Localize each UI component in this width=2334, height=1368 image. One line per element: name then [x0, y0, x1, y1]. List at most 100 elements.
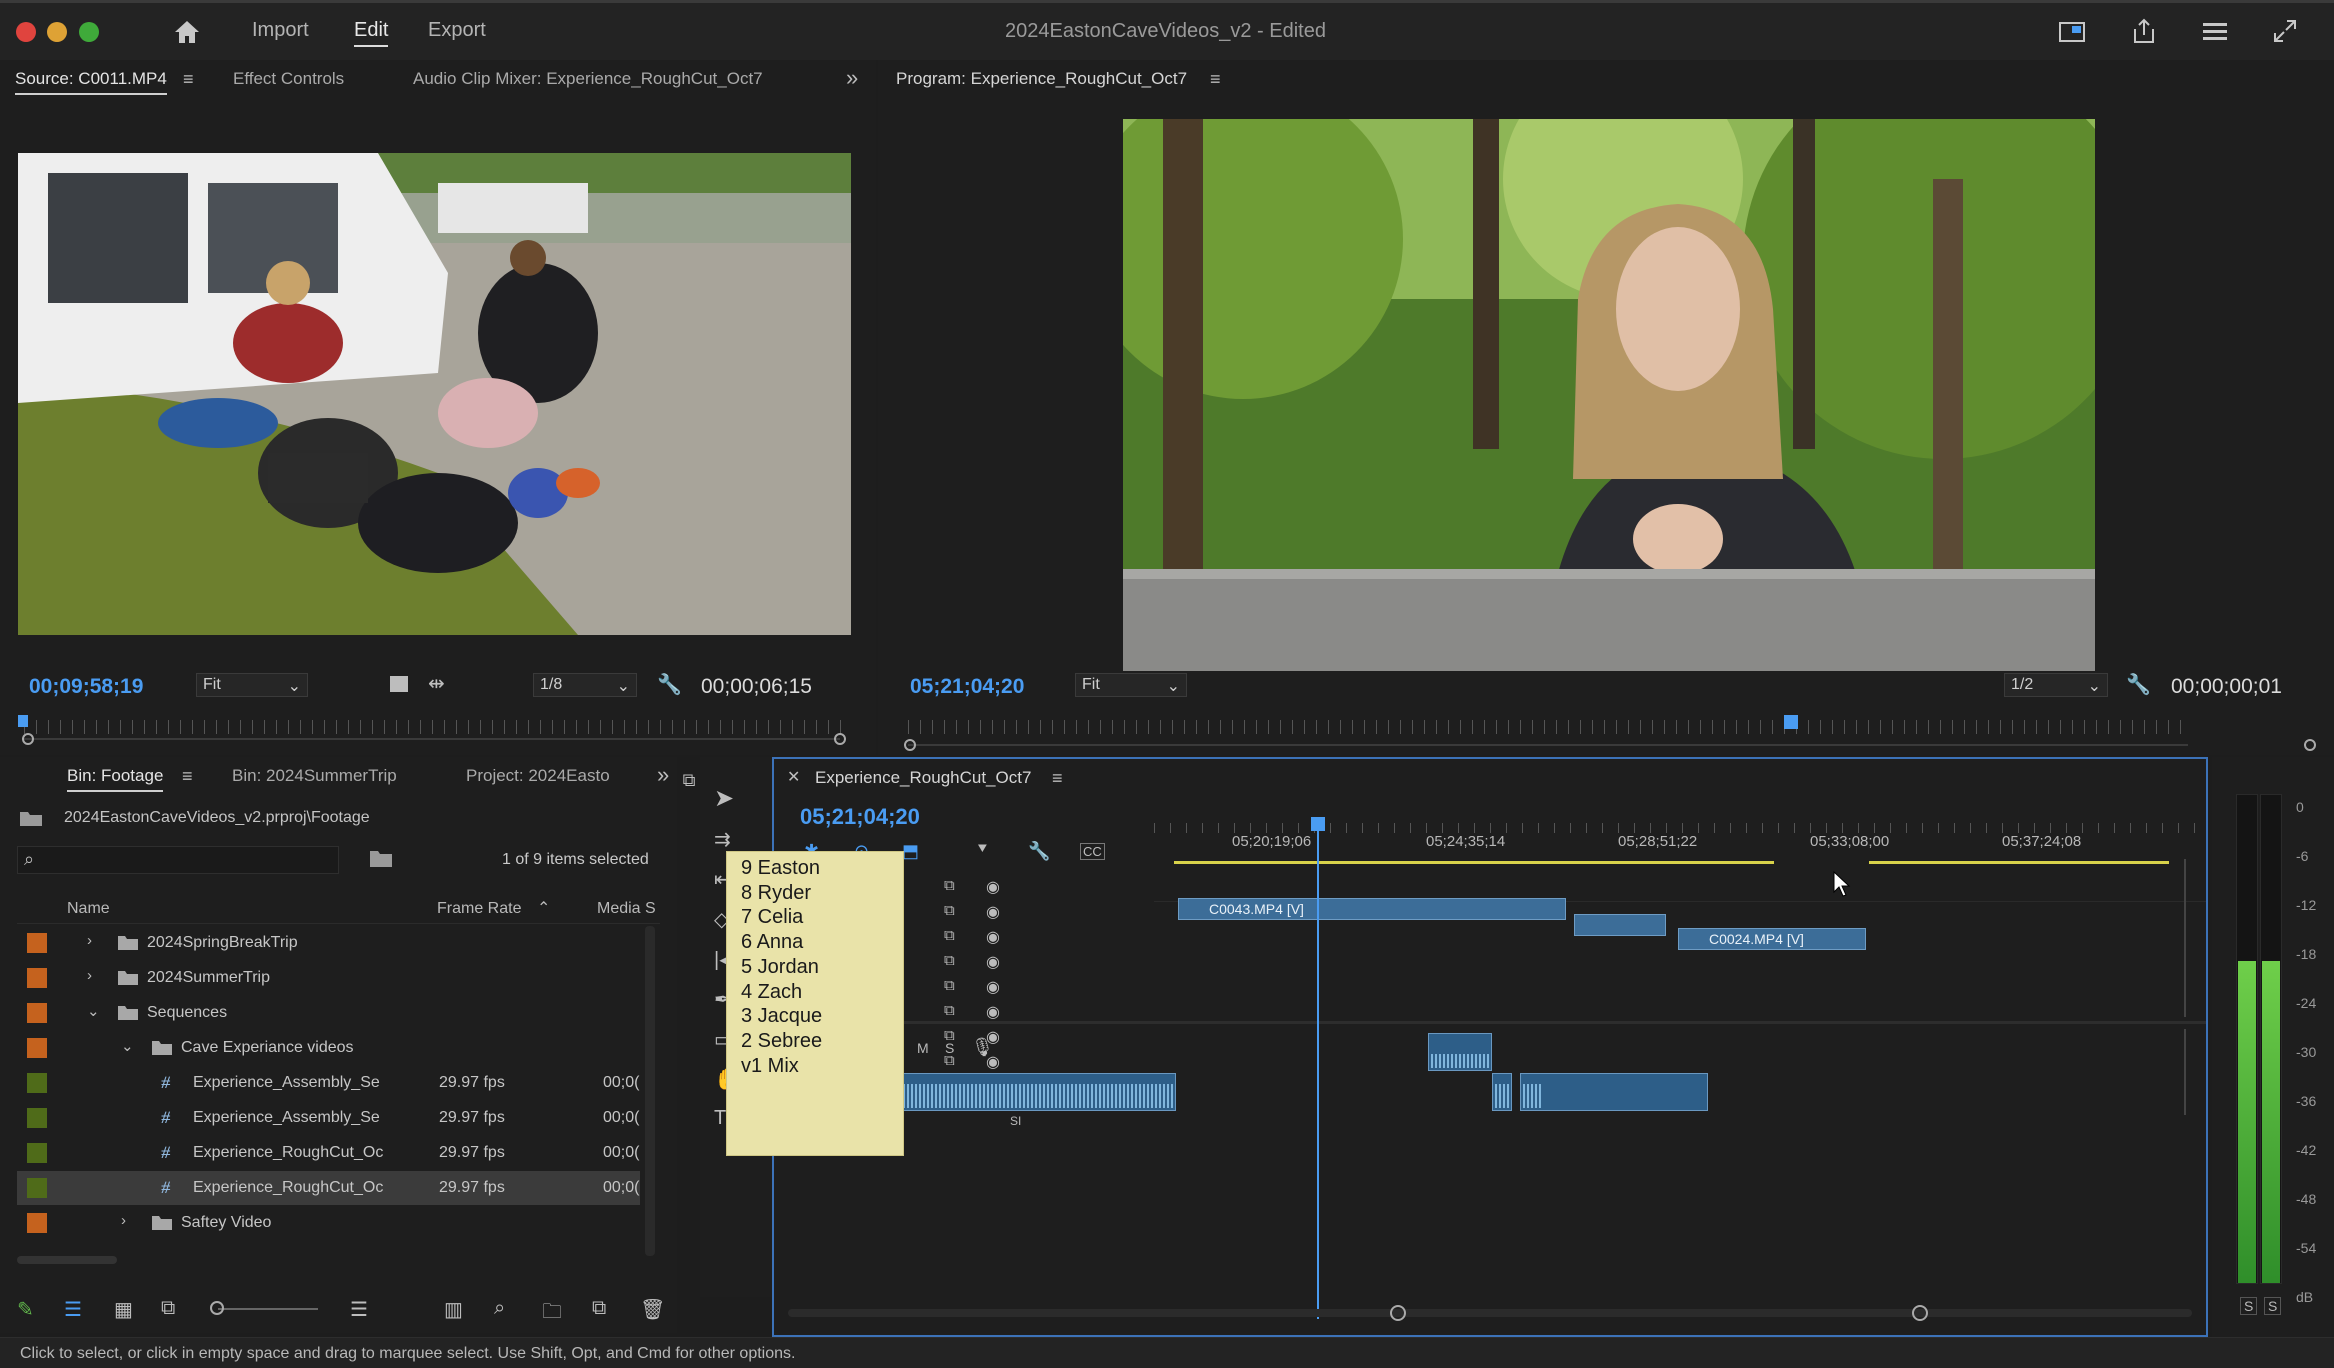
column-frame-rate[interactable]: Frame Rate [437, 900, 521, 918]
program-resolution-select[interactable]: 1/2 ⌄ [2004, 673, 2108, 697]
wrench-icon[interactable]: 🔧 [1028, 841, 1050, 862]
label-color-chip[interactable] [27, 1038, 47, 1058]
source-timecode[interactable]: 00;09;58;19 [29, 675, 143, 699]
close-tab-icon[interactable]: ✕ [787, 767, 800, 787]
home-icon[interactable] [172, 17, 202, 47]
eye-icon[interactable]: ◉ [986, 977, 1000, 997]
sequence-row[interactable]: ⧣ Experience_Assembly_Se 29.97 fps 00;0( [17, 1066, 640, 1100]
type-tool-icon[interactable]: T [714, 1107, 726, 1130]
tab-sequence[interactable]: Experience_RoughCut_Oct7 [815, 768, 1031, 788]
source-video-frame[interactable] [18, 153, 851, 635]
fullscreen-icon[interactable] [2270, 17, 2300, 45]
chevron-down-icon[interactable]: ⌄ [87, 1002, 100, 1020]
new-bin-icon[interactable]: 🗀 [542, 1297, 562, 1331]
work-area-bar-2[interactable] [1869, 861, 2169, 864]
automate-to-sequence-icon[interactable]: ▥ [444, 1297, 463, 1322]
find-icon[interactable]: ⌕ [494, 1297, 505, 1320]
bin-row[interactable]: › 2024SpringBreakTrip [17, 926, 640, 960]
project-scrollbar[interactable] [645, 926, 655, 1256]
add-marker-timeline-icon[interactable]: ⬒ [902, 841, 919, 862]
solo-right-button[interactable]: S [2264, 1297, 2282, 1315]
tab-audio-clip-mixer[interactable]: Audio Clip Mixer: Experience_RoughCut_Oc… [413, 69, 763, 89]
tab-program[interactable]: Program: Experience_RoughCut_Oct7 [896, 69, 1187, 89]
sort-ascending-icon[interactable]: ⌃ [537, 898, 550, 918]
workspaces-icon[interactable] [2057, 19, 2087, 45]
chevron-right-icon[interactable]: › [121, 1212, 126, 1229]
label-color-chip[interactable] [27, 1143, 47, 1163]
program-tab-menu-icon[interactable]: ≡ [1210, 69, 1221, 90]
eye-icon[interactable]: ◉ [986, 927, 1000, 947]
sequence-row[interactable]: ⧣ Experience_RoughCut_Oc 29.97 fps 00;0( [17, 1136, 640, 1170]
pencil-icon[interactable]: ✎ [17, 1297, 34, 1322]
mute-a1[interactable]: M [917, 1040, 929, 1056]
share-icon[interactable] [2129, 17, 2159, 45]
sync-lock-icon[interactable]: ⧉ [944, 1002, 955, 1019]
chevron-right-icon[interactable]: › [87, 967, 92, 984]
new-search-bin-icon[interactable] [368, 847, 394, 869]
eye-icon[interactable]: ◉ [986, 952, 1000, 972]
menu-import[interactable]: Import [252, 19, 309, 42]
sort-icons-icon[interactable]: ☰ [350, 1297, 368, 1322]
sync-lock-icon[interactable]: ⧉ [944, 902, 955, 919]
timeline-timecode[interactable]: 05;21;04;20 [800, 804, 920, 830]
label-color-chip[interactable] [27, 1178, 47, 1198]
sync-lock-icon[interactable]: ⧉ [944, 952, 955, 969]
icon-view-icon[interactable]: ▦ [114, 1297, 133, 1322]
program-fit-select[interactable]: Fit ⌄ [1075, 673, 1187, 697]
video-audio-divider[interactable] [774, 1021, 2206, 1024]
video-clip-c0024[interactable]: C0024.MP4 [V] [1678, 928, 1866, 950]
tab-effect-controls[interactable]: Effect Controls [233, 69, 344, 89]
maximize-window-button[interactable] [79, 22, 99, 42]
source-zoom-bar[interactable] [22, 738, 840, 740]
chevron-right-icon[interactable]: › [87, 932, 92, 949]
marker-icon[interactable]: ⯆ [976, 841, 989, 859]
program-zoom-handle-right[interactable] [2304, 739, 2316, 751]
safe-margins-icon[interactable] [387, 673, 411, 695]
freeform-view-icon[interactable]: ⧉ [161, 1297, 175, 1320]
source-time-ruler[interactable] [24, 720, 842, 734]
source-resolution-select[interactable]: 1/8 ⌄ [533, 673, 637, 697]
new-item-icon[interactable]: ⧉ [592, 1297, 606, 1320]
tab-project[interactable]: Project: 2024Easto [466, 766, 610, 786]
sequence-row[interactable]: ⧣ Experience_Assembly_Se 29.97 fps 00;0( [17, 1101, 640, 1135]
audio-clip-a1[interactable] [1428, 1033, 1492, 1071]
timeline-zoom-handle-left[interactable] [1390, 1305, 1406, 1321]
solo-a1[interactable]: S [945, 1040, 954, 1056]
label-color-chip[interactable] [27, 968, 47, 988]
bin-row[interactable]: ⌄ Cave Experiance videos [17, 1031, 640, 1065]
insert-marker-range-icon[interactable]: ⇹ [428, 671, 445, 696]
audio-clip-a2-2[interactable] [1492, 1073, 1512, 1111]
panel-overflow-icon[interactable]: » [657, 762, 669, 788]
sync-lock-icon[interactable]: ⧉ [944, 877, 955, 894]
sequence-tab-menu-icon[interactable]: ≡ [1052, 768, 1063, 789]
eye-icon[interactable]: ◉ [986, 902, 1000, 922]
program-video-frame[interactable] [1123, 119, 2095, 671]
audio-v-scrollbar[interactable] [2184, 1029, 2194, 1115]
sync-lock-icon[interactable]: ⧉ [944, 977, 955, 994]
source-zoom-handle-right[interactable] [834, 733, 846, 745]
source-fit-select[interactable]: Fit ⌄ [196, 673, 308, 697]
tab-bin-footage[interactable]: Bin: Footage [67, 766, 164, 792]
bin-row[interactable]: › 2024SummerTrip [17, 961, 640, 995]
sequence-row[interactable]: ⧣ Experience_RoughCut_Oc 29.97 fps 00;0( [17, 1171, 640, 1205]
video-clip-c0043[interactable]: C0043.MP4 [V] [1178, 898, 1566, 920]
program-zoom-bar[interactable] [908, 744, 2188, 746]
source-zoom-handle-left[interactable] [22, 733, 34, 745]
tab-source[interactable]: Source: C0011.MP4 [15, 69, 167, 95]
program-time-ruler[interactable] [908, 720, 2188, 734]
label-color-chip[interactable] [27, 933, 47, 953]
bin-tab-menu-icon[interactable]: ≡ [182, 766, 193, 787]
list-view-icon[interactable]: ☰ [64, 1297, 82, 1322]
bin-row[interactable]: › Saftey Video [17, 1206, 640, 1240]
work-area-bar[interactable] [1174, 861, 1774, 864]
sync-lock-icon[interactable]: ⧉ [944, 927, 955, 944]
menu-edit[interactable]: Edit [354, 19, 389, 47]
overwrite-icon[interactable]: ⧉ [675, 766, 703, 794]
close-window-button[interactable] [16, 22, 36, 42]
project-search-input[interactable]: ⌕ [17, 846, 339, 874]
tab-bin-summer[interactable]: Bin: 2024SummerTrip [232, 766, 397, 786]
source-playhead[interactable] [18, 715, 28, 727]
zoom-slider[interactable] [218, 1308, 318, 1310]
video-v-scrollbar[interactable] [2184, 859, 2194, 1017]
label-color-chip[interactable] [27, 1003, 47, 1023]
